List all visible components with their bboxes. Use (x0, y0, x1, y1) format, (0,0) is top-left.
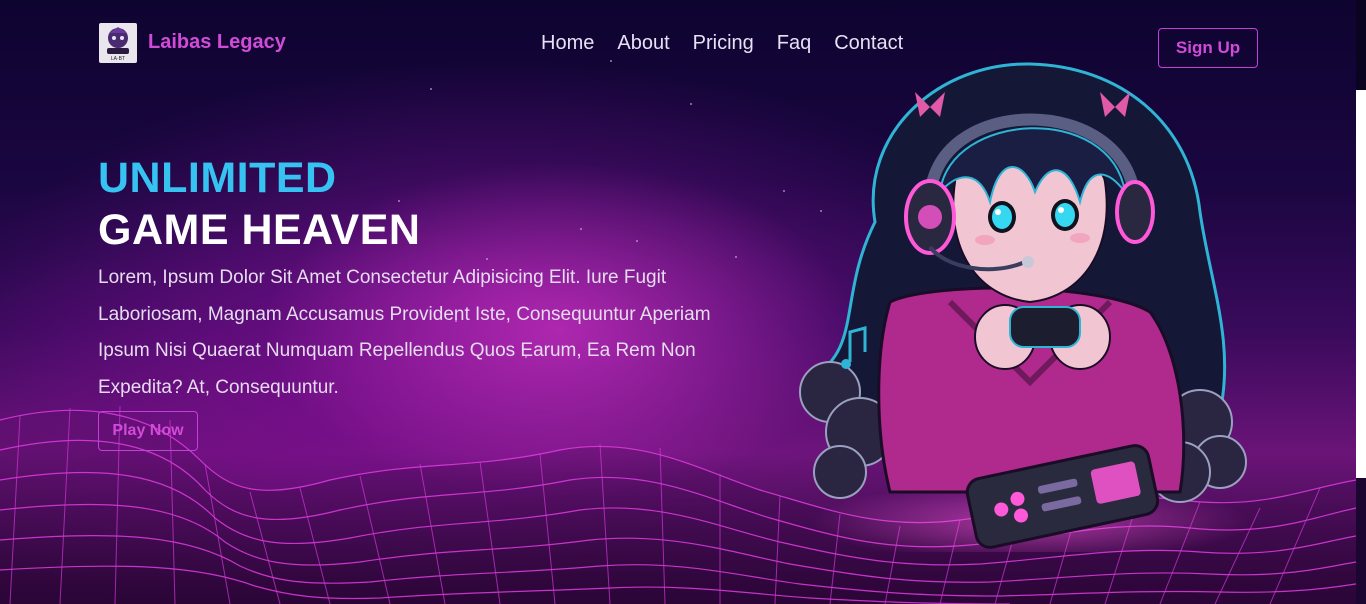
nav-item-faq[interactable]: Faq (777, 32, 811, 55)
play-now-button[interactable]: Play Now (98, 411, 198, 451)
brand-name[interactable]: Laibas Legacy (148, 31, 286, 54)
main-nav: Home About Pricing Faq Contact (541, 32, 903, 55)
logo-text: LA·BT (111, 56, 125, 62)
nav-item-contact[interactable]: Contact (834, 32, 903, 55)
hero-description: Lorem, Ipsum Dolor Sit Amet Consectetur … (98, 267, 711, 398)
nav-item-home[interactable]: Home (541, 32, 594, 55)
nav-item-pricing[interactable]: Pricing (693, 32, 754, 55)
hero-title-line1: UNLIMITED (98, 154, 337, 202)
nav-item-about[interactable]: About (617, 32, 669, 55)
gamer-logo-icon[interactable]: LA·BT (99, 23, 137, 63)
sign-up-button[interactable]: Sign Up (1158, 28, 1258, 68)
hero-title-line2: GAME HEAVEN (98, 206, 421, 254)
viewport-edge (1356, 0, 1366, 604)
gamer-girl-illustration (799, 62, 1250, 552)
